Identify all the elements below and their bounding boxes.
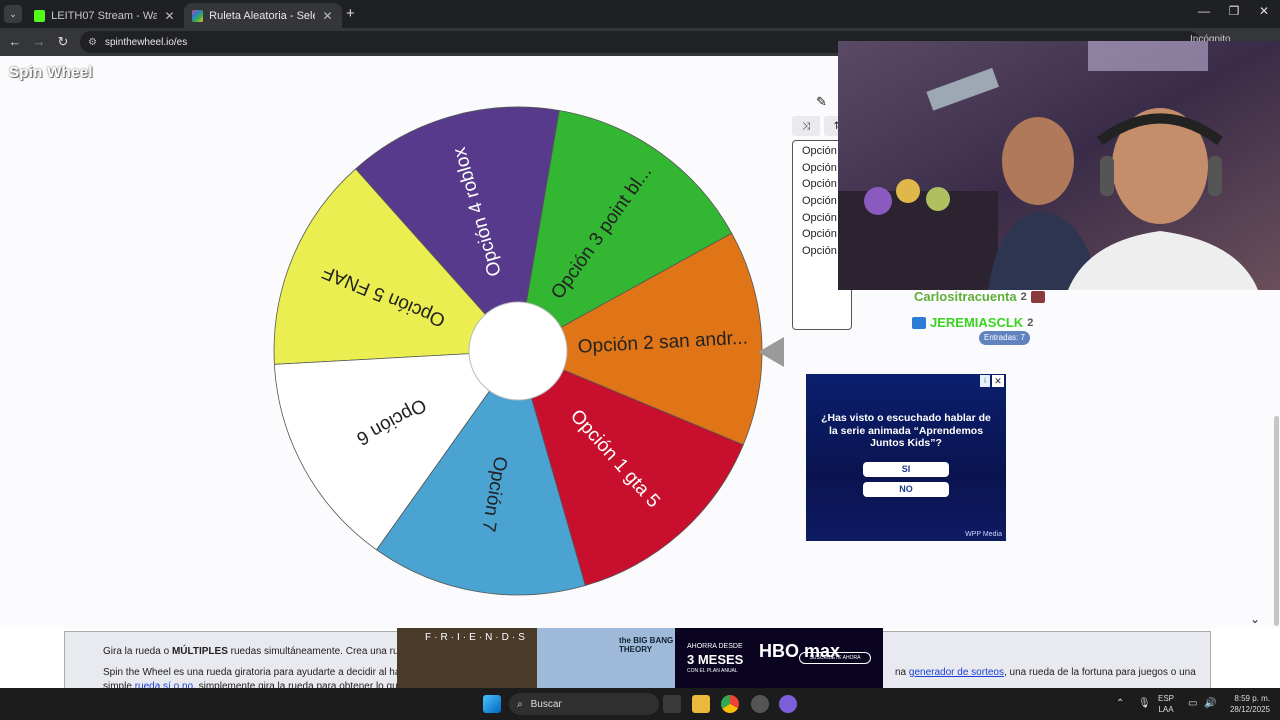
ad-brand: WPP Media <box>965 531 1002 538</box>
hbo-ad-panel: AHORRA DESDE 3 MESES CON EL PLAN ANUAL H… <box>675 628 883 688</box>
webcam-image <box>838 41 1280 290</box>
close-tab-icon[interactable]: ✕ <box>321 9 334 23</box>
restore-icon[interactable]: ❐ <box>1224 4 1244 18</box>
store-icon[interactable] <box>663 695 681 713</box>
chat-message: Carlositracuenta 2 <box>914 289 1045 304</box>
network-icon[interactable]: ▭ <box>1188 698 1197 709</box>
reload-icon[interactable]: ↻ <box>54 33 72 51</box>
chat-count: 2 <box>1020 290 1027 303</box>
microphone-icon[interactable]: 🎙 <box>1138 698 1151 709</box>
app-icon[interactable] <box>779 695 797 713</box>
spin-wheel-favicon-icon <box>192 9 204 22</box>
windows-taskbar: ⌕ Buscar ⌃ 🎙 ESP LAA ▭ 🔊 8:59 p. m. 28/1… <box>0 688 1280 720</box>
tab-title: Ruleta Aleatoria - Selector Personalizad… <box>209 9 315 22</box>
close-window-icon[interactable]: ✕ <box>1254 4 1274 18</box>
hbo-line-2: 3 MESES <box>687 652 744 667</box>
tab-ruleta[interactable]: Ruleta Aleatoria - Selector Personalizad… <box>184 3 342 28</box>
hbo-line-3: CON EL PLAN ANUAL <box>687 668 738 674</box>
ad-no-button[interactable]: NO <box>863 482 949 497</box>
article-line-2-right: na generador de sorteos, una rueda de la… <box>895 667 1196 678</box>
chat-message: JEREMIASCLK 2 <box>912 315 1033 330</box>
browser-tab-bar: ⌄ LEITH07 Stream - Watch Live on Kick ✕ … <box>0 0 1280 28</box>
minimize-icon[interactable]: — <box>1194 4 1214 18</box>
ad-close-icon[interactable]: ✕ <box>992 375 1004 387</box>
chat-username: Carlositracuenta <box>914 289 1017 304</box>
survey-ad[interactable]: i ✕ ¿Has visto o escuchado hablar de la … <box>806 374 1006 541</box>
wheel-center-hub[interactable] <box>468 301 568 401</box>
entries-count-badge: Entradas: 7 <box>979 331 1030 345</box>
chevron-down-icon[interactable]: ⌄ <box>1250 612 1260 626</box>
shuffle-button[interactable]: ⤨ <box>792 116 820 136</box>
chat-count: 2 <box>1027 316 1034 329</box>
ad-yes-button[interactable]: SI <box>863 462 949 477</box>
screen: ⌄ LEITH07 Stream - Watch Live on Kick ✕ … <box>0 0 1280 720</box>
article-line-1: Gira la rueda o MÚLTIPLES ruedas simultá… <box>103 646 430 657</box>
chrome-icon[interactable] <box>721 695 739 713</box>
friends-ad-panel: F·R·I·E·N·D·S <box>397 628 537 688</box>
close-tab-icon[interactable]: ✕ <box>163 9 176 23</box>
new-tab-plus-icon[interactable]: + <box>346 5 355 22</box>
volume-icon[interactable]: 🔊 <box>1204 698 1216 709</box>
article-line-2: Spin the Wheel es una rueda giratoria pa… <box>103 667 423 678</box>
page-scrollbar[interactable] <box>1274 416 1279 626</box>
search-icon: ⌕ <box>517 698 523 710</box>
obs-icon[interactable] <box>751 695 769 713</box>
spin-wheel[interactable]: Opción 1 gta 5Opción 2 san andr...Opción… <box>0 56 800 628</box>
forward-arrow-icon[interactable]: → <box>30 33 48 51</box>
sorteos-link[interactable]: generador de sorteos <box>909 667 1004 678</box>
webcam-overlay <box>838 41 1280 290</box>
file-explorer-icon[interactable] <box>692 695 710 713</box>
url-text: spinthewheel.io/es <box>104 36 188 48</box>
ad-question: ¿Has visto o escuchado hablar de la seri… <box>821 412 991 449</box>
hbo-line-1: AHORRA DESDE <box>687 643 743 650</box>
taskbar-clock[interactable]: 8:59 p. m. 28/12/2025 <box>1224 693 1270 715</box>
bbt-title: the BIG BANG THEORY <box>619 636 674 654</box>
tab-list-chevron-icon[interactable]: ⌄ <box>4 5 22 23</box>
back-arrow-icon[interactable]: ← <box>6 33 24 51</box>
bbt-ad-panel: the BIG BANG THEORY <box>537 628 675 688</box>
subscribe-button[interactable]: SUSCRÍBETE AHORA <box>799 652 871 664</box>
tab-title: LEITH07 Stream - Watch Live on Kick <box>51 9 157 22</box>
chat-username: JEREMIASCLK <box>930 315 1024 330</box>
language-indicator[interactable]: ESP LAA <box>1158 693 1174 715</box>
page-content: Spin Wheel Opción 1 gta 5 Opción 2 san an… <box>0 41 1280 628</box>
tab-kick-stream[interactable]: LEITH07 Stream - Watch Live on Kick ✕ <box>26 3 184 28</box>
windows-start-icon[interactable] <box>483 695 501 713</box>
search-label: Buscar <box>530 698 562 710</box>
ad-info-icon[interactable]: i <box>980 375 990 387</box>
kick-favicon-icon <box>34 9 46 22</box>
chat-badge-icon <box>912 316 926 329</box>
friends-title: F·R·I·E·N·D·S <box>425 632 528 643</box>
site-info-icon[interactable]: ⚙ <box>88 37 97 48</box>
tray-chevron-icon[interactable]: ⌃ <box>1116 698 1124 709</box>
chat-emote-icon <box>1030 290 1045 303</box>
taskbar-search[interactable]: ⌕ Buscar <box>509 693 659 715</box>
hbo-banner-ad[interactable]: F·R·I·E·N·D·S the BIG BANG THEORY AHORRA… <box>397 628 883 688</box>
